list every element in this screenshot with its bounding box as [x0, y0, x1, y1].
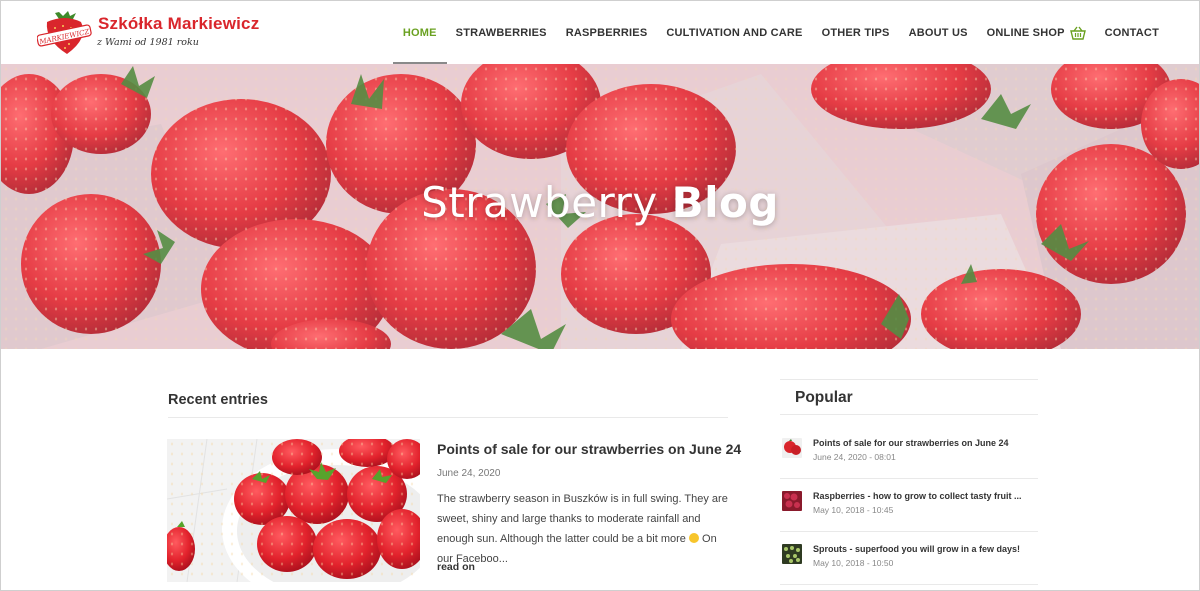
site-header: MARKIEWICZ Szkółka Markiewicz z Wami od … — [1, 1, 1199, 64]
post-title[interactable]: Points of sale for our strawberries on J… — [437, 441, 741, 457]
main-nav: HOME STRAWBERRIES RASPBERRIES CULTIVATIO… — [384, 1, 1159, 64]
nav-item-label: STRAWBERRIES — [455, 26, 547, 39]
read-on-link[interactable]: read on — [437, 561, 475, 573]
hero-banner: Strawberry Blog — [1, 64, 1199, 349]
divider — [780, 379, 1038, 380]
brand-name: Szkółka Markiewicz — [98, 14, 260, 33]
popular-item-date: May 10, 2018 - 10:45 — [813, 505, 894, 515]
hero-title: Strawberry Blog — [1, 178, 1199, 227]
strawberry-logo-icon: MARKIEWICZ — [37, 11, 92, 54]
nav-item-other-tips[interactable]: OTHER TIPS — [822, 1, 890, 64]
post-date: June 24, 2020 — [437, 468, 501, 479]
divider — [780, 478, 1038, 479]
nav-item-label: OTHER TIPS — [821, 26, 890, 39]
divider — [780, 531, 1038, 532]
recent-entries-heading: Recent entries — [168, 392, 268, 408]
nav-item-label: ABOUT US — [908, 26, 968, 39]
popular-item-title: Points of sale for our strawberries on J… — [813, 438, 1009, 448]
nav-item-raspberries[interactable]: RASPBERRIES — [566, 1, 648, 64]
nav-item-label: CULTIVATION AND CARE — [666, 26, 803, 39]
raspberries-thumbnail — [782, 491, 802, 511]
popular-item-date: June 24, 2020 - 08:01 — [813, 452, 896, 462]
site-logo[interactable]: MARKIEWICZ Szkółka Markiewicz z Wami od … — [37, 8, 267, 58]
nav-item-cultivation-and-care[interactable]: CULTIVATION AND CARE — [666, 1, 802, 64]
post-thumbnail[interactable] — [167, 439, 420, 582]
nav-item-home[interactable]: HOME — [392, 1, 447, 64]
popular-item[interactable]: Raspberries - how to grow to collect tas… — [780, 491, 1038, 543]
strawberry-bowl-image — [167, 439, 420, 582]
hero-title-light: Strawberry — [421, 178, 658, 227]
post-excerpt-text: The strawberry season in Buszków is in f… — [437, 493, 728, 545]
smiley-emoji-icon — [688, 533, 699, 543]
strawberries-thumbnail — [782, 438, 802, 458]
divider — [780, 414, 1038, 415]
nav-item-label: CONTACT — [1104, 26, 1159, 39]
hero-title-bold: Blog — [671, 178, 779, 227]
popular-item-date: May 10, 2018 - 10:50 — [813, 558, 894, 568]
divider — [780, 584, 1038, 585]
nav-item-contact[interactable]: CONTACT — [1105, 1, 1159, 64]
nav-item-label: HOME — [402, 26, 437, 39]
popular-item[interactable]: Points of sale for our strawberries on J… — [780, 438, 1038, 490]
nav-item-about-us[interactable]: ABOUT US — [909, 1, 968, 64]
brand-tagline: z Wami od 1981 roku — [97, 37, 199, 48]
nav-item-online-shop[interactable]: ONLINE SHOP — [987, 1, 1086, 64]
popular-heading: Popular — [795, 389, 853, 406]
nav-item-strawberries[interactable]: STRAWBERRIES — [456, 1, 547, 64]
post-excerpt: The strawberry season in Buszków is in f… — [437, 489, 731, 569]
popular-item-title: Raspberries - how to grow to collect tas… — [813, 491, 1022, 501]
popular-item-title: Sprouts - superfood you will grow in a f… — [813, 544, 1021, 554]
sprouts-thumbnail — [782, 544, 802, 564]
divider — [168, 417, 728, 418]
nav-item-label: ONLINE SHOP — [986, 26, 1065, 39]
shopping-basket-icon — [1069, 26, 1086, 40]
nav-item-label: RASPBERRIES — [565, 26, 648, 39]
